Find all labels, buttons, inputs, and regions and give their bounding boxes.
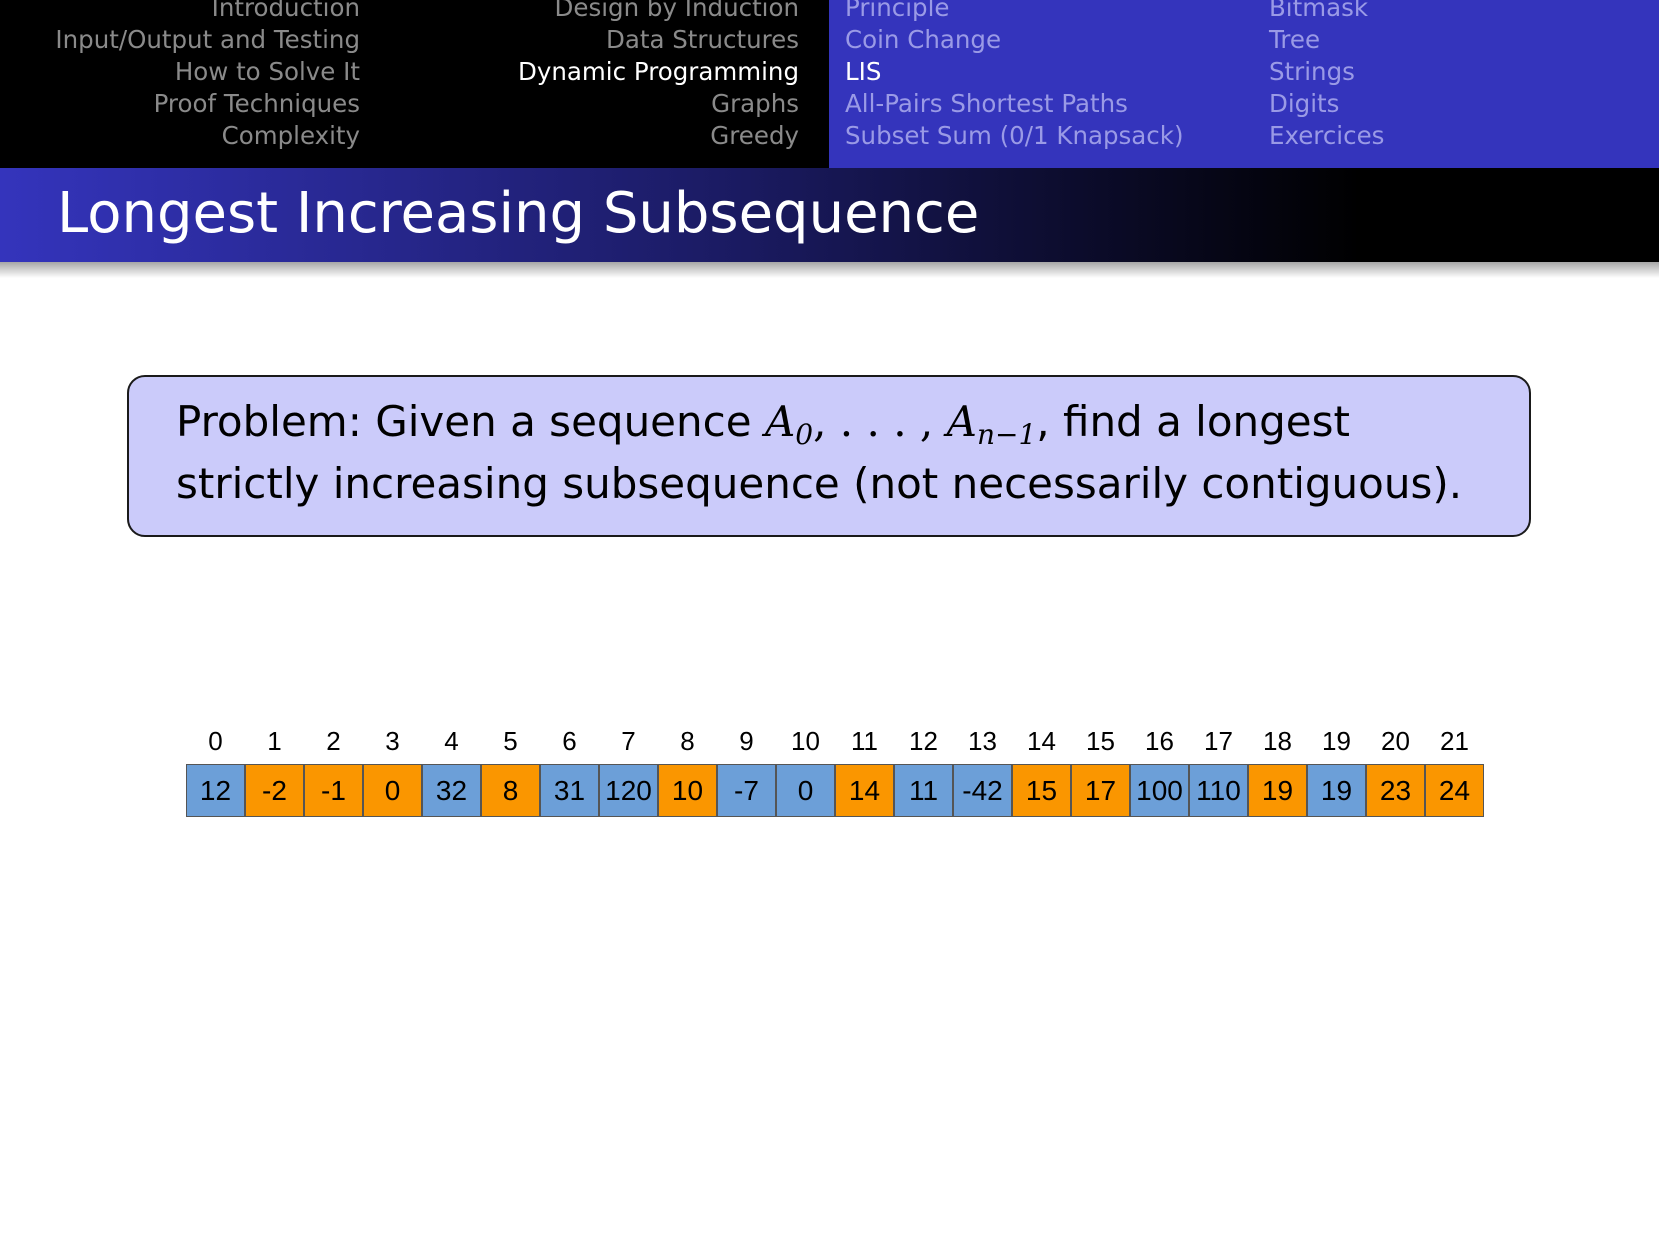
subsection-nav-column-2: Bitmask Tree Strings Digits Exercices [1269,0,1384,152]
array-cell-in-lis: 23 [1366,764,1425,817]
array-cell: 110 [1189,764,1248,817]
array-cell: 31 [540,764,599,817]
math-a0: A0 [764,397,814,451]
array-index-label: 17 [1204,726,1233,756]
array-index-label: 9 [739,726,754,756]
array-index-label: 18 [1263,726,1292,756]
nav-item[interactable]: LIS [845,56,1184,88]
array-index-label: 3 [385,726,400,756]
nav-item[interactable]: Principle [845,0,1184,24]
math-ellipsis: , . . . , [813,397,947,446]
array-index-label: 7 [621,726,636,756]
array-cell-in-lis: 19 [1248,764,1307,817]
nav-item[interactable]: Complexity [55,120,360,152]
array-index-label: 16 [1145,726,1174,756]
array-index-label: 1 [267,726,282,756]
section-nav-column-2: Design by Induction Data Structures Dynami… [518,0,799,152]
array-index-label: 13 [968,726,997,756]
frame-title: Longest Increasing Subsequence [57,181,980,246]
array-cell: 11 [894,764,953,817]
array-index-label: 14 [1027,726,1056,756]
array-index-label: 12 [909,726,938,756]
nav-item[interactable]: Dynamic Programming [518,56,799,88]
array-values-row: 12 -2 -1 0 32 8 31 120 10 -7 0 14 11 -42 15 17 100 110 19 1… [186,764,1486,817]
math-an-1: An−1 [946,397,1037,451]
array-cell: 12 [186,764,245,817]
array-cell-in-lis: 15 [1012,764,1071,817]
nav-item[interactable]: Greedy [518,120,799,152]
array-cell-in-lis: 8 [481,764,540,817]
nav-item[interactable]: Digits [1269,88,1384,120]
array-index-label: 15 [1086,726,1115,756]
nav-item[interactable]: Input/Output and Testing [55,24,360,56]
subsection-nav-panel: Principle Coin Change LIS All-Pairs Shortes… [829,0,1659,168]
section-nav-panel: Introduction Input/Output and Testing How … [0,0,829,168]
problem-statement: Problem: Given a sequence A0, . . . , An… [176,391,1506,515]
array-cell-in-lis: -1 [304,764,363,817]
nav-item[interactable]: Strings [1269,56,1384,88]
array-cell-in-lis: -2 [245,764,304,817]
array-cell-in-lis: 24 [1425,764,1484,817]
title-bar-shadow [0,262,1659,278]
array-cell: 0 [776,764,835,817]
top-navigation-bar: Introduction Input/Output and Testing How … [0,0,1659,168]
array-cell-in-lis: 17 [1071,764,1130,817]
nav-item[interactable]: Subset Sum (0/1 Knapsack) [845,120,1184,152]
array-index-label: 4 [444,726,459,756]
array-index-label: 5 [503,726,518,756]
nav-item[interactable]: Proof Techniques [55,88,360,120]
nav-item[interactable]: Data Structures [518,24,799,56]
frame-title-bar: Longest Increasing Subsequence [0,168,1659,262]
array-cell: 120 [599,764,658,817]
array-index-label: 2 [326,726,341,756]
nav-item[interactable]: Introduction [55,0,360,24]
nav-item[interactable]: Bitmask [1269,0,1384,24]
array-cell: 100 [1130,764,1189,817]
array-indices-row: 0 1 2 3 4 5 6 7 8 9 10 11 12 13 14 15 16 17 18 19 20 21 [186,726,1486,764]
array-cell: -42 [953,764,1012,817]
nav-item[interactable]: Graphs [518,88,799,120]
section-nav-column-1: Introduction Input/Output and Testing How … [55,0,360,152]
array-cell-in-lis: 0 [363,764,422,817]
array-cell-in-lis: 14 [835,764,894,817]
array-cell: 19 [1307,764,1366,817]
array-index-label: 0 [208,726,223,756]
nav-item[interactable]: Tree [1269,24,1384,56]
array-cell: 32 [422,764,481,817]
array-index-label: 11 [851,726,878,756]
array-cell: -7 [717,764,776,817]
array-index-label: 10 [791,726,820,756]
array-cell-in-lis: 10 [658,764,717,817]
array-index-label: 8 [680,726,695,756]
sequence-array: 0 1 2 3 4 5 6 7 8 9 10 11 12 13 14 15 16 17 18 19 20 21 12 -2-… [186,726,1486,817]
problem-lead: Problem: Given a sequence [176,397,765,446]
array-index-label: 6 [562,726,577,756]
nav-item[interactable]: Design by Induction [518,0,799,24]
nav-item[interactable]: Exercices [1269,120,1384,152]
nav-item[interactable]: All-Pairs Shortest Paths [845,88,1184,120]
array-index-label: 20 [1381,726,1410,756]
subsection-nav-column-1: Principle Coin Change LIS All-Pairs Shortes… [845,0,1184,152]
nav-item[interactable]: How to Solve It [55,56,360,88]
array-index-label: 19 [1322,726,1351,756]
array-index-label: 21 [1440,726,1469,756]
problem-block: Problem: Given a sequence A0, . . . , An… [127,375,1531,537]
nav-item[interactable]: Coin Change [845,24,1184,56]
